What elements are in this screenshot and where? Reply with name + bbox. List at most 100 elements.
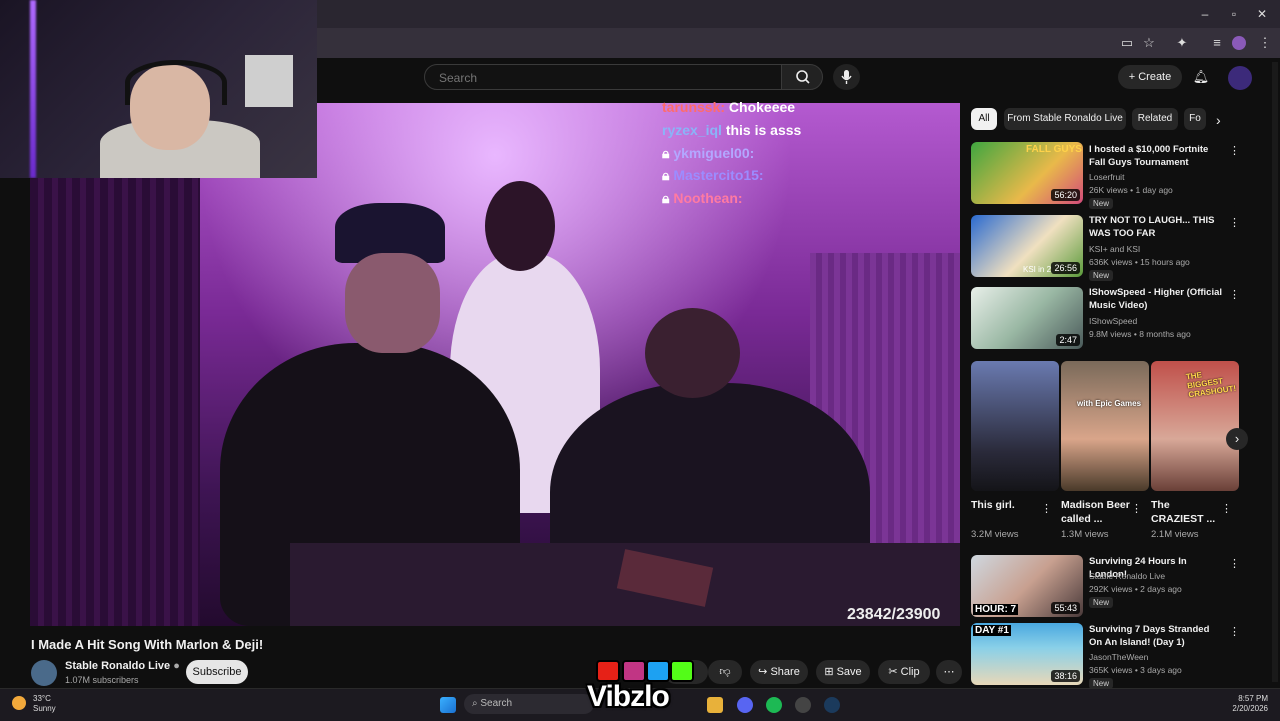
dislike-button[interactable]: 👎︎ xyxy=(708,660,742,684)
clip-button[interactable]: ✂ Clip xyxy=(878,660,930,684)
subscribe-button[interactable]: Subscribe xyxy=(186,660,248,684)
channel-name[interactable]: JasonTheWeen xyxy=(1089,652,1148,662)
video-title[interactable]: I hosted a $10,000 Fortnite Fall Guys To… xyxy=(1089,143,1224,169)
person-head-right xyxy=(645,308,740,398)
short-views: 1.3M views xyxy=(1061,529,1109,540)
chat-username: tarunssk: xyxy=(662,99,726,115)
video-title: I Made A Hit Song With Marlon & Deji! xyxy=(31,637,264,652)
person-face xyxy=(345,253,440,353)
more-options-icon[interactable]: ⋮ xyxy=(1221,502,1232,515)
more-options-icon[interactable]: ⋮ xyxy=(1131,502,1142,515)
video-thumbnail[interactable]: 2:47 xyxy=(971,287,1083,349)
video-title[interactable]: TRY NOT TO LAUGH... THIS WAS TOO FAR xyxy=(1089,214,1224,240)
video-title[interactable]: Surviving 7 Days Stranded On An Island! … xyxy=(1089,623,1224,649)
account-avatar[interactable] xyxy=(1228,66,1252,90)
shorts-next-button[interactable]: › xyxy=(1226,428,1248,450)
short-title[interactable]: This girl. xyxy=(971,498,1041,512)
windows-start-icon[interactable] xyxy=(440,697,456,713)
share-button[interactable]: ↪ Share xyxy=(750,660,808,684)
video-meta: 26K views • 1 day ago xyxy=(1089,185,1173,195)
cast-icon[interactable]: ▭ xyxy=(1118,34,1136,52)
person-head-back xyxy=(485,181,555,271)
media-control-icon[interactable]: ≡ xyxy=(1208,34,1226,52)
channel-avatar[interactable] xyxy=(31,660,57,686)
more-options-icon[interactable]: ⋮ xyxy=(1229,557,1240,570)
more-actions-button[interactable]: ⋯ xyxy=(936,660,962,684)
new-badge: New xyxy=(1089,198,1114,209)
app-icon[interactable] xyxy=(795,697,811,713)
notifications-bell-icon[interactable]: 🔔︎ xyxy=(1190,66,1212,88)
browser-menu-icon[interactable]: ⋮ xyxy=(1256,34,1274,52)
youtube-logo-icon xyxy=(596,660,620,682)
bookmark-star-icon[interactable]: ☆ xyxy=(1140,34,1158,52)
chat-username: ryzex_iql xyxy=(662,122,722,138)
create-button[interactable]: + Create xyxy=(1118,65,1182,89)
badge-icon: 🔒︎ xyxy=(662,190,674,206)
more-options-icon[interactable]: ⋮ xyxy=(1041,502,1052,515)
maximize-icon[interactable]: ▫ xyxy=(1225,6,1243,22)
video-meta: 292K views • 2 days ago xyxy=(1089,584,1182,594)
short-title[interactable]: Madison Beer called ... xyxy=(1061,498,1131,526)
chip-related[interactable]: Related xyxy=(1132,108,1178,130)
more-options-icon[interactable]: ⋮ xyxy=(1229,144,1240,157)
sun-icon[interactable] xyxy=(12,696,26,710)
short-thumbnail[interactable]: THE BIGGEST CRASHOUT! xyxy=(1151,361,1239,491)
channel-name[interactable]: Loserfruit xyxy=(1089,172,1124,182)
discord-icon[interactable] xyxy=(737,697,753,713)
short-thumbnail[interactable]: with Epic Games xyxy=(1061,361,1149,491)
video-thumbnail[interactable]: FALL GUYS 56:20 xyxy=(971,142,1083,204)
profile-icon[interactable] xyxy=(1232,36,1246,50)
voice-search-button[interactable] xyxy=(833,64,860,90)
video-player[interactable] xyxy=(30,103,960,626)
chat-message: tarunssk: Chokeeee xyxy=(662,99,795,115)
more-options-icon[interactable]: ⋮ xyxy=(1229,625,1240,638)
search-box[interactable] xyxy=(424,64,783,90)
page-scrollbar[interactable] xyxy=(1272,62,1278,682)
video-meta: 636K views • 15 hours ago xyxy=(1089,257,1190,267)
verified-icon: ● xyxy=(173,660,180,672)
save-button[interactable]: ⊞ Save xyxy=(816,660,870,684)
taskbar-clock[interactable]: 8:57 PM 2/20/2026 xyxy=(1230,694,1268,714)
headphones-decor xyxy=(125,60,227,105)
new-badge: New xyxy=(1089,597,1114,608)
chip-all[interactable]: All xyxy=(971,108,997,130)
taskbar-search[interactable]: ⌕ Search xyxy=(464,694,594,714)
steam-icon[interactable] xyxy=(824,697,840,713)
spotify-icon[interactable] xyxy=(766,697,782,713)
search-button[interactable] xyxy=(781,64,823,90)
video-thumbnail[interactable]: KSI in 2 26:56 xyxy=(971,215,1083,277)
chat-message: 🔒︎ Mastercito15: xyxy=(662,167,764,184)
more-options-icon[interactable]: ⋮ xyxy=(1229,216,1240,229)
chat-message: ryzex_iql this is asss xyxy=(662,122,801,138)
duration-badge: 2:47 xyxy=(1056,334,1080,346)
file-explorer-icon[interactable] xyxy=(707,697,723,713)
chevron-right-icon[interactable]: › xyxy=(1216,112,1221,128)
short-views: 2.1M views xyxy=(1151,529,1199,540)
chip-more[interactable]: Fo xyxy=(1184,108,1206,130)
plus-icon: + xyxy=(1128,71,1139,83)
led-strip-decor xyxy=(30,0,36,178)
extensions-icon[interactable]: ✦ xyxy=(1173,34,1191,52)
twitter-logo-icon xyxy=(646,660,670,682)
minimize-icon[interactable]: – xyxy=(1196,6,1214,22)
channel-name[interactable]: KSI+ and KSI xyxy=(1089,244,1140,254)
video-thumbnail[interactable]: HOUR: 7 55:43 xyxy=(971,555,1083,617)
more-options-icon[interactable]: ⋮ xyxy=(1229,288,1240,301)
channel-name[interactable]: IShowSpeed xyxy=(1089,316,1137,326)
video-thumbnail[interactable]: DAY #1 38:16 xyxy=(971,623,1083,685)
video-meta: 365K views • 3 days ago xyxy=(1089,665,1182,675)
close-icon[interactable]: ✕ xyxy=(1253,6,1271,22)
weather-widget[interactable]: 33°C Sunny xyxy=(33,694,56,714)
channel-name[interactable]: Stable Ronaldo Live xyxy=(1089,571,1165,581)
watermark-logo: Vibzlo xyxy=(587,680,670,713)
video-title[interactable]: IShowSpeed - Higher (Official Music Vide… xyxy=(1089,286,1224,312)
badge-icon: 🔒︎ xyxy=(662,145,674,161)
short-title[interactable]: The CRAZIEST ... xyxy=(1151,498,1221,526)
instagram-logo-icon xyxy=(622,660,646,682)
chat-text: this is asss xyxy=(725,122,802,138)
chat-username: ykmiguel00: xyxy=(673,145,755,161)
short-thumbnail[interactable] xyxy=(971,361,1059,491)
channel-name[interactable]: Stable Ronaldo Live ● xyxy=(65,660,180,672)
chip-from-channel[interactable]: From Stable Ronaldo Live xyxy=(1004,108,1126,130)
search-input[interactable] xyxy=(437,70,771,86)
